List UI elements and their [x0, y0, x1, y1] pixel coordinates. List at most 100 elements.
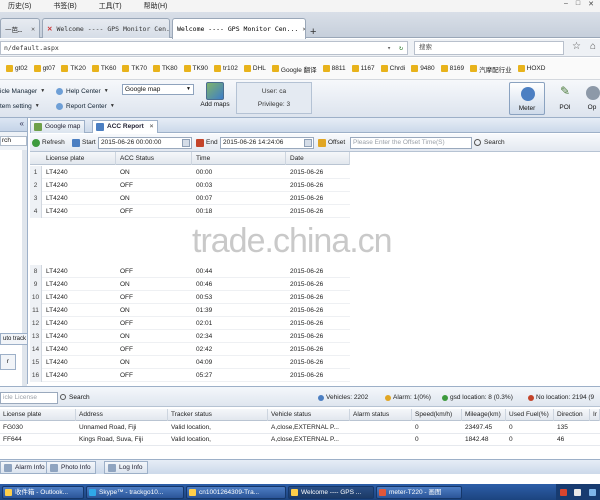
- maximize-icon[interactable]: □: [576, 0, 580, 8]
- table-row[interactable]: 14 LT4240 OFF 02:42 2015-06-26: [30, 343, 350, 356]
- bookmark-item[interactable]: DHL: [243, 65, 266, 72]
- menu-history[interactable]: 历史(S): [8, 1, 31, 11]
- vehicle-search-button[interactable]: Search: [60, 392, 90, 404]
- reload-icon[interactable]: ↻: [399, 42, 403, 54]
- poi-button[interactable]: ✎ POI: [547, 82, 583, 115]
- col-time[interactable]: Time: [192, 152, 286, 165]
- col-more[interactable]: Ir: [590, 409, 600, 421]
- collapse-left-icon[interactable]: «: [20, 119, 24, 128]
- bookmark-item[interactable]: Google 翻译: [271, 64, 317, 74]
- tab-close-icon[interactable]: ×: [150, 123, 154, 130]
- col-tracker-status[interactable]: Tracker status: [168, 409, 268, 421]
- bookmark-item[interactable]: gt07: [33, 65, 55, 72]
- close-icon[interactable]: ✕: [588, 0, 594, 8]
- col-alarm-status[interactable]: Alarm status: [350, 409, 412, 421]
- table-row[interactable]: 1 LT4240 ON 00:00 2015-06-26: [30, 166, 350, 179]
- col-acc-status[interactable]: ACC Status: [116, 152, 192, 165]
- table-row[interactable]: FF644 Kings Road, Suva, Fiji Valid locatio…: [0, 434, 600, 446]
- col-mileage[interactable]: Mileage(km): [462, 409, 506, 421]
- bookmark-item[interactable]: TK60: [91, 65, 116, 72]
- taskbar-gps-monitor[interactable]: Welcome ---- GPS ...: [288, 485, 374, 499]
- table-row[interactable]: FG030 Unnamed Road, Fiji Valid location, A,…: [0, 422, 600, 434]
- new-tab-icon[interactable]: +: [310, 26, 316, 38]
- taskbar-paint[interactable]: meter-T220 - 画图: [376, 485, 462, 499]
- browser-tab-2[interactable]: ✕ Welcome ---- GPS Monitor Cen... ✕: [42, 18, 170, 38]
- auto-track-button[interactable]: uto track: [0, 333, 28, 345]
- tab-photo-info[interactable]: Photo Info: [46, 461, 96, 474]
- col-vehicle-status[interactable]: Vehicle status: [268, 409, 350, 421]
- tab-acc-report[interactable]: ACC Report ×: [92, 120, 159, 133]
- tab-close-icon[interactable]: ✕: [298, 25, 305, 33]
- url-input[interactable]: n/default.aspx ▾ ↻: [0, 41, 408, 55]
- bookmark-item[interactable]: 1167: [351, 65, 375, 72]
- col-license-plate[interactable]: License plate: [0, 409, 76, 421]
- table-row[interactable]: 15 LT4240 ON 04:09 2015-06-26: [30, 356, 350, 369]
- col-date[interactable]: Date: [286, 152, 350, 165]
- col-speed[interactable]: Speed(km/h): [412, 409, 462, 421]
- table-row[interactable]: 3 LT4240 ON 00:07 2015-06-26: [30, 192, 350, 205]
- table-row[interactable]: 9 LT4240 ON 00:46 2015-06-26: [30, 278, 350, 291]
- bookmark-item[interactable]: Chrdi: [380, 65, 405, 72]
- table-row[interactable]: 8 LT4240 OFF 00:44 2015-06-26: [30, 265, 350, 278]
- table-row[interactable]: 16 LT4240 OFF 05:27 2015-06-26: [30, 369, 350, 382]
- bookmark-item[interactable]: 汽摩配行业: [470, 64, 512, 74]
- col-address[interactable]: Address: [76, 409, 168, 421]
- taskbar-tradechina[interactable]: cn1001264309-Tra...: [186, 485, 286, 499]
- browser-search-input[interactable]: 搜索: [414, 41, 564, 55]
- bookmark-item[interactable]: HOXD: [517, 65, 545, 72]
- table-row[interactable]: 10 LT4240 OFF 00:53 2015-06-26: [30, 291, 350, 304]
- meter-button[interactable]: Meter: [509, 82, 545, 115]
- menu-bookmarks[interactable]: 书签(B): [53, 1, 76, 11]
- tree-search-button[interactable]: rch: [0, 136, 27, 146]
- col-license-plate[interactable]: License plate: [42, 152, 116, 165]
- table-row[interactable]: 12 LT4240 OFF 02:01 2015-06-26: [30, 317, 350, 330]
- table-row[interactable]: 13 LT4240 ON 02:34 2015-06-26: [30, 330, 350, 343]
- bookmark-item[interactable]: tr102: [214, 65, 238, 72]
- dropdown-arrow-icon[interactable]: ▾: [387, 42, 391, 54]
- start-time-input[interactable]: 2015-06-26 00:00:00: [98, 137, 192, 149]
- tray-network-icon[interactable]: [589, 488, 597, 496]
- table-row[interactable]: 4 LT4240 OFF 00:18 2015-06-26: [30, 205, 350, 218]
- bookmark-item[interactable]: 9480: [411, 65, 435, 72]
- date-picker-icon[interactable]: [304, 139, 312, 147]
- bookmark-item[interactable]: 8811: [322, 65, 346, 72]
- tray-s-icon[interactable]: [559, 488, 567, 496]
- tray-keyboard-icon[interactable]: [574, 488, 582, 496]
- tab-google-map[interactable]: Google map: [30, 120, 86, 133]
- col-direction[interactable]: Direction: [554, 409, 590, 421]
- bookmark-item[interactable]: gt02: [6, 65, 28, 72]
- menu-tools[interactable]: 工具(T): [99, 1, 122, 11]
- table-row[interactable]: 2 LT4240 OFF 00:03 2015-06-26: [30, 179, 350, 192]
- bookmark-item[interactable]: TK80: [152, 65, 178, 72]
- help-center-menu[interactable]: Help Center ▼: [56, 85, 109, 97]
- taskbar-skype[interactable]: Skype™ - trackgo10...: [86, 485, 184, 499]
- system-setting-menu[interactable]: tem setting ▼: [0, 100, 40, 112]
- report-center-menu[interactable]: Report Center ▼: [56, 100, 115, 112]
- add-maps-button[interactable]: Add maps: [198, 82, 232, 108]
- bookmark-item[interactable]: TK70: [122, 65, 147, 72]
- offset-input[interactable]: Please Enter the Offset Time(S): [350, 137, 472, 149]
- taskbar-outlook[interactable]: 收件箱 - Outlook...: [2, 485, 84, 499]
- options-button[interactable]: Op: [582, 82, 600, 115]
- tab-close-icon[interactable]: ✕: [27, 25, 35, 33]
- minimize-icon[interactable]: –: [564, 0, 568, 8]
- menu-help[interactable]: 帮助(H): [144, 1, 168, 11]
- home-icon[interactable]: ⌂: [590, 41, 596, 52]
- refresh-button[interactable]: Refresh: [32, 137, 65, 149]
- vehicle-manager-menu[interactable]: icle Manager ▼: [0, 85, 45, 97]
- bookmark-star-icon[interactable]: ☆: [572, 41, 581, 52]
- end-time-input[interactable]: 2015-06-26 14:24:06: [220, 137, 314, 149]
- tab-log-info[interactable]: Log Info: [104, 461, 148, 474]
- bookmark-item[interactable]: TK90: [183, 65, 208, 72]
- date-picker-icon[interactable]: [182, 139, 190, 147]
- table-row[interactable]: 11 LT4240 ON 01:39 2015-06-26: [30, 304, 350, 317]
- map-type-select[interactable]: Google map ▼: [122, 84, 194, 95]
- tab-alarm-info[interactable]: Alarm Info: [0, 461, 50, 474]
- bookmark-item[interactable]: TK20: [61, 65, 86, 72]
- group-button[interactable]: r: [0, 354, 16, 370]
- col-used-fuel[interactable]: Used Fuel(%): [506, 409, 554, 421]
- browser-tab-3[interactable]: Welcome ---- GPS Monitor Cen... ✕: [172, 18, 306, 39]
- vehicle-license-input[interactable]: icle License: [0, 392, 58, 404]
- browser-tab-1[interactable]: 一芭… ✕: [0, 18, 40, 38]
- bookmark-item[interactable]: 8169: [440, 65, 464, 72]
